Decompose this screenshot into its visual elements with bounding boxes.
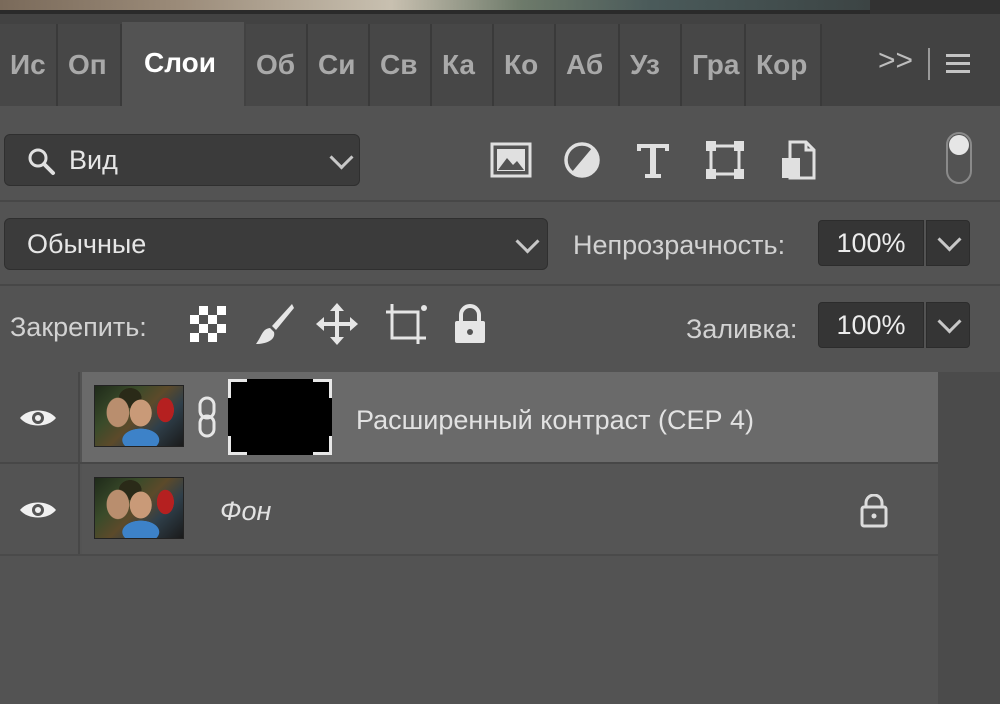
tab-patterns[interactable]: Уз [620, 24, 682, 106]
adjustment-filter-icon[interactable] [560, 138, 604, 182]
tab-objects[interactable]: Об [246, 24, 308, 106]
blend-mode-dropdown[interactable]: Обычные [4, 218, 548, 270]
fill-label: Заливка: [686, 314, 798, 344]
fill-dropdown-button[interactable] [926, 302, 970, 348]
panel-menu-icon[interactable] [946, 54, 970, 74]
link-chain-icon[interactable] [196, 396, 218, 438]
divider [0, 284, 1000, 286]
lock-transparent-pixels-icon[interactable] [186, 302, 230, 346]
layer-main[interactable]: Фон [82, 464, 938, 554]
eye-icon[interactable] [18, 498, 58, 522]
row-divider [0, 462, 938, 464]
tab-layers[interactable]: Слои [122, 22, 244, 106]
lock-image-pixels-icon[interactable] [252, 302, 296, 346]
fill-input[interactable]: 100% [818, 302, 924, 348]
tab-options[interactable]: Оп [58, 24, 122, 106]
tab-paragraph[interactable]: Аб [556, 24, 620, 106]
layers-scrollbar[interactable] [938, 372, 1000, 704]
tab-contours[interactable]: Ко [494, 24, 556, 106]
visibility-cell [0, 464, 80, 554]
opacity-dropdown-button[interactable] [926, 220, 970, 266]
tab-history[interactable]: Ис [0, 24, 58, 106]
tab-gradients[interactable]: Гра [682, 24, 746, 106]
tab-symbols[interactable]: Си [308, 24, 370, 106]
canvas-edge [0, 0, 1000, 14]
row-divider [0, 554, 938, 556]
tab-channels[interactable]: Ка [432, 24, 494, 106]
chevron-down-icon [937, 227, 962, 252]
filter-kind-label: Вид [69, 145, 118, 175]
layer-thumbnail [94, 477, 184, 539]
layer-mask-thumbnail[interactable] [228, 379, 332, 455]
chevron-down-icon [937, 309, 962, 334]
visibility-cell [0, 372, 80, 462]
layer-row-background[interactable]: Фон [0, 464, 938, 554]
chevron-down-icon [515, 229, 540, 254]
panel-tab-bar: Ис Оп Слои Об Си Св Ка Ко Аб Уз Гра Кор … [0, 14, 1000, 106]
divider [0, 200, 1000, 202]
layer-row-adjustment[interactable]: Расширенный контраст (СЕР 4) [0, 372, 938, 462]
chevron-down-icon [329, 145, 354, 170]
tab-properties[interactable]: Св [370, 24, 432, 106]
layer-name[interactable]: Фон [220, 496, 271, 527]
opacity-label: Непрозрачность: [573, 230, 786, 260]
tab-correction[interactable]: Кор [746, 24, 822, 106]
type-filter-icon[interactable] [631, 138, 675, 182]
blend-mode-value: Обычные [27, 229, 147, 259]
tabbar-separator [928, 48, 930, 80]
lock-icon [860, 494, 888, 528]
canvas-image-strip [0, 0, 870, 10]
lock-all-icon[interactable] [448, 302, 492, 346]
opacity-input[interactable]: 100% [818, 220, 924, 266]
tabs-overflow-button[interactable]: >> [878, 44, 913, 78]
toggle-knob [949, 135, 969, 155]
layer-thumbnail [94, 385, 184, 447]
layer-main-selected[interactable]: Расширенный контраст (СЕР 4) [82, 372, 938, 462]
layers-list: Расширенный контраст (СЕР 4) Фон [0, 372, 938, 704]
smart-object-filter-icon[interactable] [776, 138, 820, 182]
filter-toggle-switch[interactable] [946, 132, 972, 184]
search-icon [28, 148, 55, 175]
eye-icon[interactable] [18, 406, 58, 430]
filter-kind-dropdown[interactable]: Вид [4, 134, 360, 186]
lock-label: Закрепить: [10, 312, 147, 342]
image-filter-icon[interactable] [489, 138, 533, 182]
shape-filter-icon[interactable] [703, 138, 747, 182]
lock-artboard-icon[interactable] [384, 302, 428, 346]
canvas-edge-dark [870, 0, 1000, 14]
layer-name[interactable]: Расширенный контраст (СЕР 4) [356, 405, 754, 436]
lock-position-icon[interactable] [315, 302, 359, 346]
